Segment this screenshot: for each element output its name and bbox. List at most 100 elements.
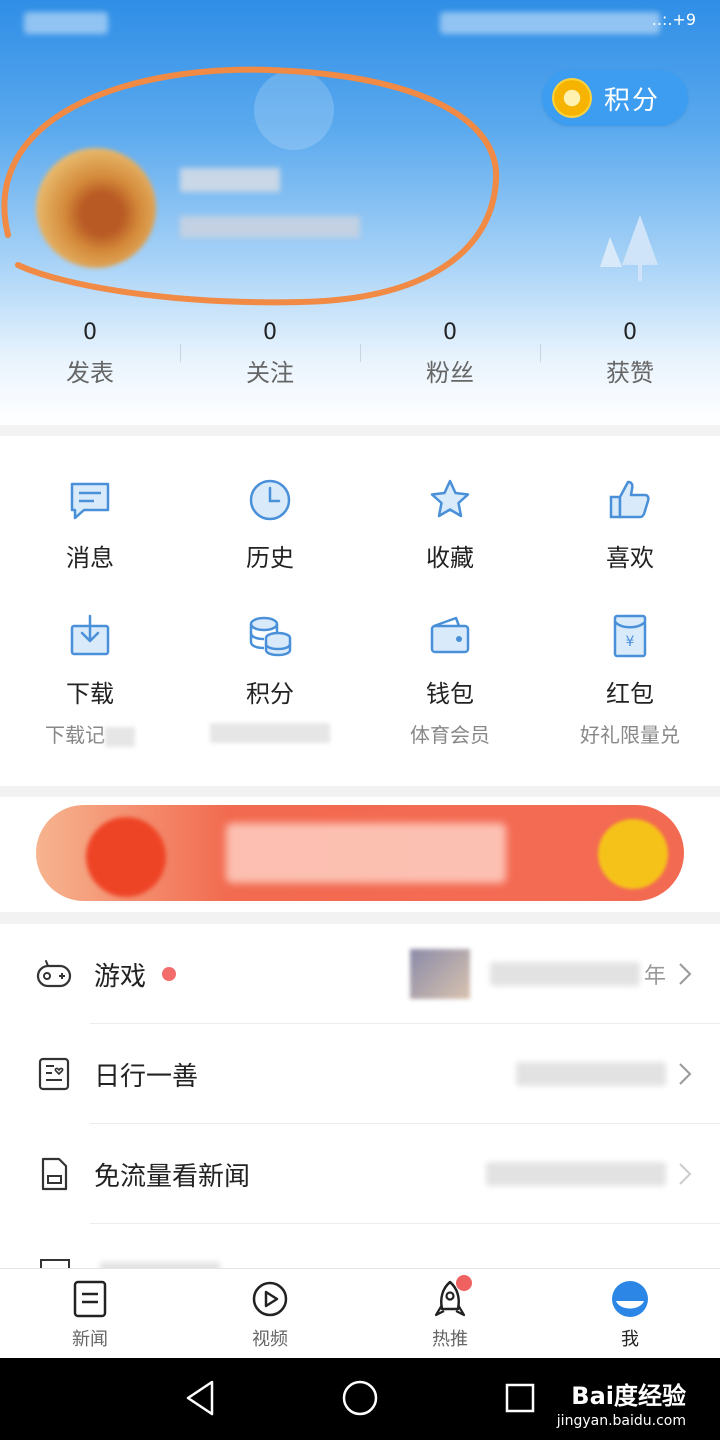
- list-item-charity[interactable]: 日行一善: [0, 1024, 720, 1124]
- grid-item-likes[interactable]: 喜欢: [540, 476, 720, 573]
- list-item-label: 免流量看新闻: [94, 1161, 251, 1192]
- stat-followers[interactable]: 0 粉丝: [360, 320, 540, 400]
- watermark-title: Bai度经验: [571, 1382, 686, 1410]
- grid-label: 历史: [246, 544, 294, 572]
- grid-item-wallet[interactable]: 钱包 体育会员: [360, 612, 540, 747]
- status-bar-right: [440, 12, 660, 34]
- list-item-right: [486, 1124, 692, 1224]
- nav-label: 新闻: [72, 1329, 108, 1350]
- news-icon: [73, 1280, 107, 1318]
- feature-grid: 消息 历史 收藏 喜欢 下载 下载记 积分 钱包 体育会员 ¥ 红包 好礼限量兑: [0, 436, 720, 786]
- list-item-right: 年: [409, 924, 692, 1024]
- grid-label: 钱包: [426, 680, 474, 708]
- stat-value: 0: [83, 320, 97, 345]
- chevron-right-icon: [679, 1063, 692, 1085]
- grid-item-favorites[interactable]: 收藏: [360, 476, 540, 573]
- list-item-right: [516, 1024, 692, 1124]
- stat-value: 0: [443, 320, 457, 345]
- grid-item-messages[interactable]: 消息: [0, 476, 180, 573]
- service-list: 游戏 年 日行一善 免流量看新闻: [0, 924, 720, 1268]
- bottom-nav: 新闻 视频 热推 我: [0, 1268, 720, 1358]
- grid-label: 消息: [66, 544, 114, 572]
- username-redacted[interactable]: [180, 168, 280, 192]
- profile-icon: [612, 1281, 648, 1317]
- grid-label: 红包: [606, 680, 654, 708]
- stat-label: 获赞: [606, 359, 654, 387]
- user-subtitle-redacted: [180, 216, 360, 238]
- avatar[interactable]: [36, 148, 156, 268]
- download-icon: [70, 614, 110, 656]
- stat-label: 关注: [246, 359, 294, 387]
- chevron-right-icon: [679, 963, 692, 985]
- banner-coin-icon: [598, 819, 668, 889]
- points-button[interactable]: 积分: [542, 70, 688, 126]
- red-envelope-icon: ¥: [613, 614, 647, 658]
- nav-label: 视频: [252, 1329, 288, 1350]
- list-item-label: 游戏: [94, 961, 147, 992]
- home-icon[interactable]: [340, 1378, 380, 1418]
- list-item-free-data[interactable]: 免流量看新闻: [0, 1124, 720, 1224]
- trees-illustration: [600, 215, 658, 281]
- history-clock-icon: [249, 479, 291, 521]
- banner-text-redacted: [226, 823, 506, 883]
- nav-label: 热推: [432, 1329, 468, 1350]
- grid-row-1: 消息 历史 收藏 喜欢: [0, 476, 720, 573]
- stat-value: 0: [623, 320, 637, 345]
- chevron-right-icon: [679, 1163, 692, 1185]
- watermark-url: jingyan.baidu.com: [556, 1413, 686, 1429]
- thumbs-up-icon: [609, 480, 650, 519]
- system-navigation-bar: Bai度经验 jingyan.baidu.com: [0, 1358, 720, 1440]
- recent-apps-icon[interactable]: [504, 1378, 536, 1418]
- coin-icon: [552, 78, 592, 118]
- grid-label: 积分: [246, 680, 294, 708]
- grid-sublabel: 好礼限量兑: [580, 723, 680, 747]
- notification-dot: [456, 1275, 472, 1291]
- list-item-label: 日行一善: [94, 1061, 199, 1092]
- gamepad-icon: [36, 960, 72, 988]
- grid-label: 下载: [66, 680, 114, 708]
- grid-item-points[interactable]: 积分: [180, 612, 360, 745]
- promo-banner[interactable]: [36, 805, 684, 901]
- stat-following[interactable]: 0 关注: [180, 320, 360, 400]
- nav-news[interactable]: 新闻: [0, 1269, 180, 1358]
- baidu-jingyan-watermark: Bai度经验 jingyan.baidu.com: [557, 1376, 686, 1429]
- profile-stats: 0 发表 0 关注 0 粉丝 0 获赞: [0, 320, 720, 400]
- grid-sublabel: 下载记: [0, 719, 180, 747]
- sim-card-icon: [41, 1157, 68, 1191]
- grid-item-red-envelope[interactable]: ¥ 红包 好礼限量兑: [540, 612, 720, 747]
- nav-trending[interactable]: 热推: [360, 1269, 540, 1358]
- grid-sublabel: 体育会员: [410, 723, 490, 747]
- banner-graphic: [86, 817, 166, 897]
- stat-likes[interactable]: 0 获赞: [540, 320, 720, 400]
- back-icon[interactable]: [184, 1378, 216, 1418]
- charity-card-icon: [38, 1057, 70, 1091]
- stat-value: 0: [263, 320, 277, 345]
- profile-header: ..:.+9 积分 0 发表 0 关注 0 粉丝 0 获赞: [0, 0, 720, 425]
- points-button-label: 积分: [604, 85, 661, 116]
- nav-label: 我: [621, 1329, 639, 1350]
- star-icon: [430, 479, 470, 518]
- game-thumbnail: [409, 949, 470, 999]
- svg-text:¥: ¥: [626, 634, 635, 650]
- grid-row-2: 下载 下载记 积分 钱包 体育会员 ¥ 红包 好礼限量兑: [0, 612, 720, 747]
- nav-me[interactable]: 我: [540, 1269, 720, 1358]
- promo-banner-card: [0, 797, 720, 912]
- status-time: ..:.+9: [651, 10, 696, 29]
- stat-posts[interactable]: 0 发表: [0, 320, 180, 400]
- grid-label: 收藏: [426, 544, 474, 572]
- stat-label: 发表: [66, 359, 114, 387]
- list-item-partial[interactable]: [0, 1224, 720, 1268]
- grid-sublabel: [180, 719, 360, 745]
- message-icon: [70, 482, 110, 520]
- list-item-right-text: 年: [643, 964, 666, 989]
- video-play-icon: [252, 1281, 288, 1317]
- grid-item-download[interactable]: 下载 下载记: [0, 612, 180, 747]
- wallet-icon: [430, 616, 470, 654]
- stat-label: 粉丝: [426, 359, 474, 387]
- decorative-bubble: [254, 70, 334, 150]
- grid-item-history[interactable]: 历史: [180, 476, 360, 573]
- table-icon: [40, 1259, 70, 1268]
- list-item-games[interactable]: 游戏 年: [0, 924, 720, 1024]
- nav-video[interactable]: 视频: [180, 1269, 360, 1358]
- status-bar-left: [24, 12, 108, 34]
